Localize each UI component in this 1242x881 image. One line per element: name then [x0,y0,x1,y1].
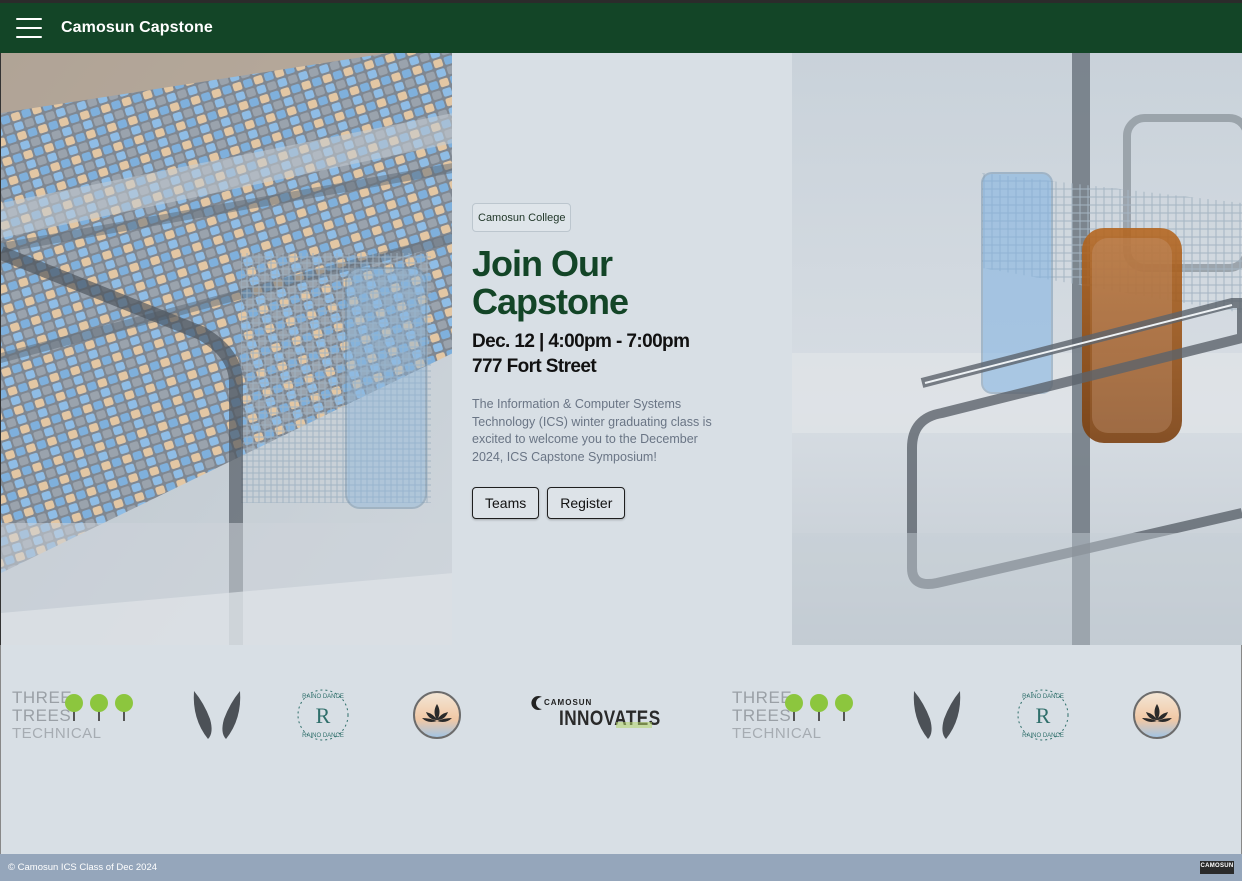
v-wings-logo [193,691,241,739]
raino-dance-logo: RAINO DANCE RAINO DANCE R [1017,689,1069,741]
site-brand[interactable]: Camosun Capstone [61,19,213,37]
event-description: The Information & Computer Systems Techn… [472,397,712,464]
three-trees-line-3: TECHNICAL [732,725,822,742]
trees-icon [785,694,853,721]
lotus-circle-logo [1133,691,1181,739]
top-navbar: Camosun Capstone [0,3,1242,53]
page-footer: © Camosun ICS Class of Dec 2024 CAMOSUN [0,854,1242,881]
v-wings-logo [913,691,961,739]
hero-image-left [0,53,452,645]
hero-content: Camosun College Join Our Capstone Dec. 1… [452,53,792,645]
svg-text:R: R [316,703,331,728]
hero-section: Camosun College Join Our Capstone Dec. 1… [0,53,1242,645]
college-badge: Camosun College [472,203,572,232]
lotus-circle-logo [413,691,461,739]
innovates-top-text: CAMOSUN [544,698,593,707]
event-details: Dec. 12 | 4:00pm - 7:00pm 777 Fort Stree… [472,329,690,379]
camosun-mini-logo[interactable]: CAMOSUN [1200,861,1234,874]
teams-button[interactable]: Teams [472,487,540,519]
svg-text:RAINO DANCE: RAINO DANCE [1022,694,1064,700]
register-button[interactable]: Register [547,487,626,519]
svg-text:RAINO DANCE: RAINO DANCE [302,733,344,739]
hero-headline: Join Our Capstone [472,245,772,321]
svg-text:R: R [1036,703,1051,728]
svg-text:RAINO DANCE: RAINO DANCE [1022,733,1064,739]
hero-buttons: Teams Register [472,487,626,519]
svg-text:RAINO DANCE: RAINO DANCE [302,694,344,700]
trees-icon [65,694,133,721]
three-trees-line-3: TECHNICAL [12,725,102,742]
event-date-time: Dec. 12 | 4:00pm - 7:00pm [472,331,690,352]
event-address: 777 Fort Street [472,356,597,377]
raino-dance-logo: RAINO DANCE RAINO DANCE R [297,689,349,741]
copyright-text: © Camosun ICS Class of Dec 2024 [8,862,158,873]
headline-line-2: Capstone [472,281,629,322]
headline-line-1: Join Our [472,243,613,284]
hero-image-right [792,53,1242,645]
sponsor-logos: THREE TREES TECHNICAL RAINO DANCE RAINO … [0,645,1242,854]
hamburger-menu-icon[interactable] [16,18,42,38]
